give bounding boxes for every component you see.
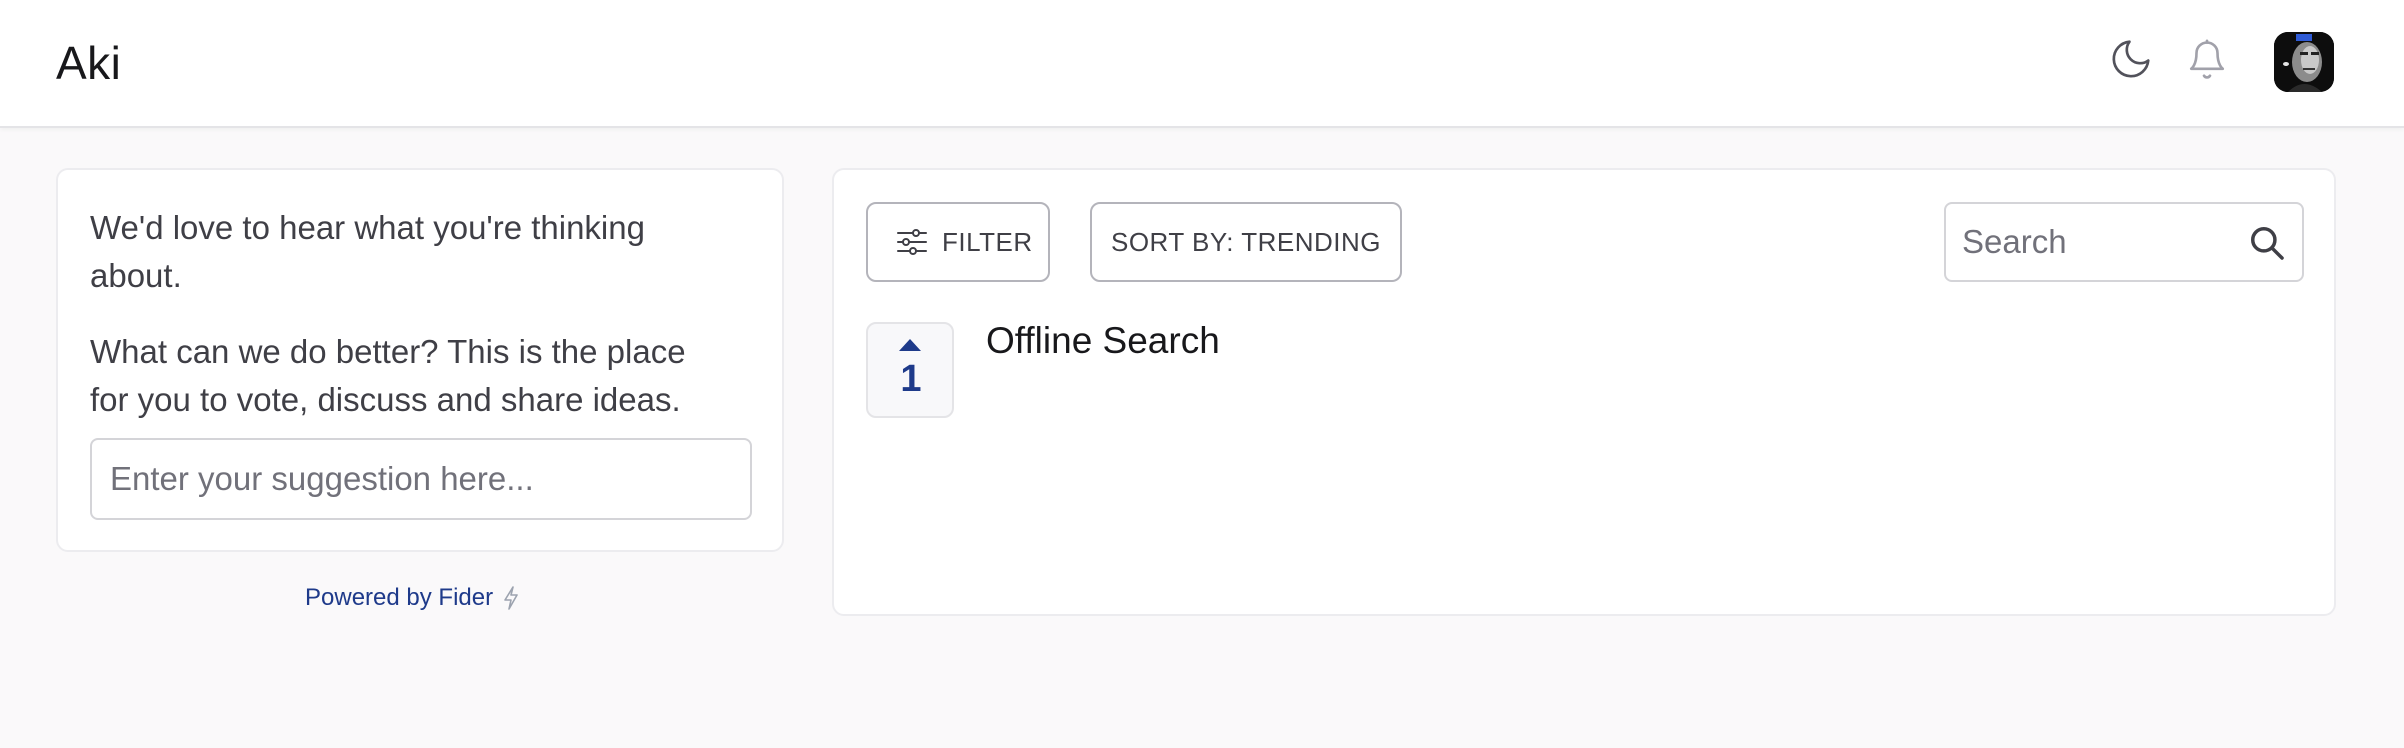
filter-button[interactable]: FILTER xyxy=(866,202,1050,282)
vote-count: 1 xyxy=(900,358,922,400)
sort-button[interactable]: SORT BY: TRENDING xyxy=(1090,202,1402,282)
bell-icon[interactable] xyxy=(2186,36,2228,84)
site-title[interactable]: Aki xyxy=(56,36,121,90)
powered-by-link[interactable]: Powered by Fider xyxy=(305,584,521,612)
user-avatar[interactable] xyxy=(2274,32,2334,92)
search-box xyxy=(1944,202,2304,282)
posts-panel: FILTER SORT BY: TRENDING 1 Offline Searc… xyxy=(832,168,2336,616)
upvote-arrow-icon xyxy=(899,339,921,351)
welcome-panel: We'd love to hear what you're thinking a… xyxy=(56,168,784,552)
powered-by-label: Powered by Fider xyxy=(305,584,494,611)
welcome-message: We'd love to hear what you're thinking a… xyxy=(90,209,645,294)
search-input[interactable] xyxy=(1946,204,2236,280)
moon-icon[interactable] xyxy=(2108,36,2154,82)
suggestion-input[interactable] xyxy=(90,438,752,520)
post-title[interactable]: Offline Search xyxy=(986,320,1220,362)
sort-label: SORT BY: TRENDING xyxy=(1110,226,1381,257)
lightning-icon xyxy=(504,586,518,610)
top-header: Aki xyxy=(0,0,2404,128)
sliders-icon xyxy=(897,229,927,255)
welcome-description: What can we do better? This is the place… xyxy=(90,333,686,418)
avatar-image xyxy=(2274,32,2334,92)
search-icon[interactable] xyxy=(2248,224,2286,262)
filter-label: FILTER xyxy=(942,226,1033,257)
vote-button[interactable]: 1 xyxy=(866,322,954,418)
